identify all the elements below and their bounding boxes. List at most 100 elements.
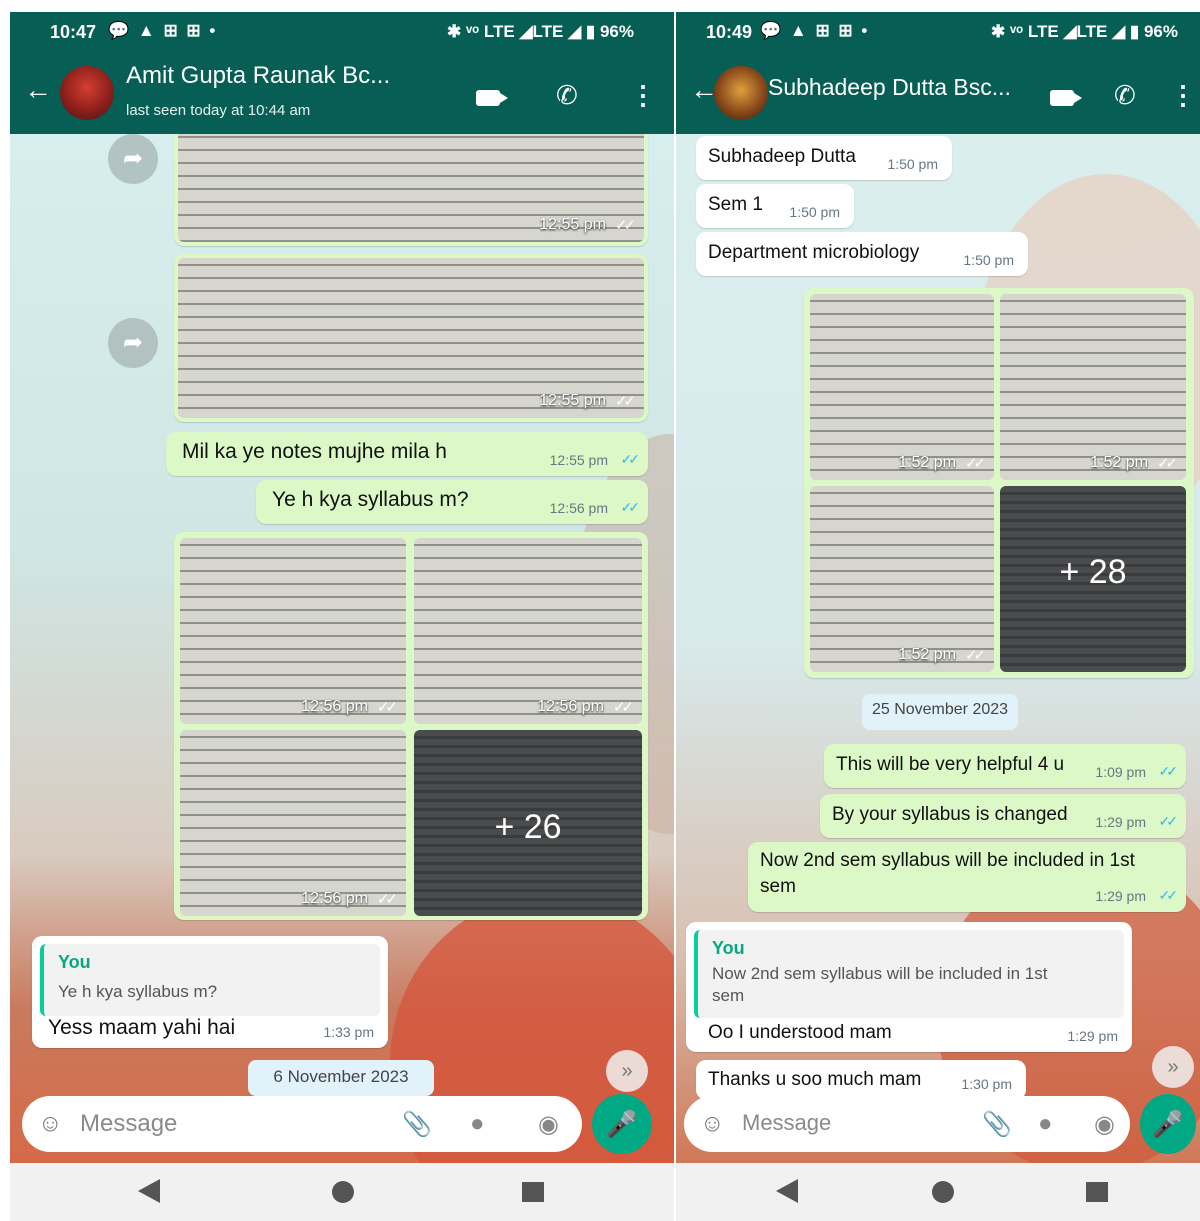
android-nav-bar	[10, 1163, 674, 1221]
attach-icon[interactable]: 📎	[402, 1110, 432, 1139]
phone-call-icon[interactable]: ✆	[556, 82, 578, 108]
message-time: 12:55 pm	[539, 216, 606, 233]
phone-call-icon[interactable]: ✆	[1114, 82, 1136, 108]
attach-icon[interactable]: 📎	[982, 1110, 1012, 1139]
more-options-icon[interactable]: ⋮	[1170, 82, 1196, 108]
read-ticks-icon: ✓✓	[964, 455, 986, 472]
photo-thumbnail[interactable]: 12:56 pm ✓✓	[414, 538, 642, 724]
image-album[interactable]: 1:52 pm ✓✓ 1:52 pm ✓✓ 1:52 pm ✓✓ + 28	[804, 288, 1194, 678]
status-time: 10:49	[706, 22, 753, 42]
message-input[interactable]: Message	[742, 1110, 831, 1136]
more-photos-thumbnail[interactable]: + 26	[414, 730, 642, 916]
message-bubble[interactable]: Now 2nd sem syllabus will be included in…	[748, 842, 1186, 912]
photo-thumbnail[interactable]: 1:52 pm ✓✓	[1000, 294, 1186, 480]
date-chip: 6 November 2023	[248, 1060, 434, 1096]
message-bubble[interactable]: By your syllabus is changed 1:29 pm ✓✓	[820, 794, 1186, 838]
read-ticks-icon: ✓✓	[376, 891, 398, 908]
message-input-bar[interactable]: ☺ Message 📎 ● ◉	[684, 1096, 1130, 1152]
more-photos-count: + 28	[1059, 552, 1127, 591]
mic-button[interactable]: 🎤	[1140, 1094, 1196, 1154]
status-bar: 10:49 💬 ▲ ⊞ ⊞ • ✱ ᵛᵒ LTE ◢LTE ◢ ▮ 96%	[676, 12, 1200, 52]
quote-text: Now 2nd sem syllabus will be included in…	[712, 964, 1048, 983]
read-ticks-icon: ✓✓	[1158, 763, 1179, 779]
read-ticks-icon: ✓✓	[620, 499, 641, 515]
photo-thumbnail[interactable]: 1:52 pm ✓✓	[810, 294, 994, 480]
message-time: 1:30 pm	[961, 1076, 1012, 1092]
message-bubble[interactable]: This will be very helpful 4 u 1:09 pm ✓✓	[824, 744, 1186, 788]
message-text: Thanks u soo much mam	[708, 1069, 922, 1090]
left-chat-screen: 10:47 💬 ▲ ⊞ ⊞ • ✱ ᵛᵒ LTE ◢LTE ◢ ▮ 96% ← …	[10, 12, 674, 1221]
message-bubble[interactable]: Sem 1 1:50 pm	[696, 184, 854, 228]
message-text: Mil ka ye notes mujhe mila h	[182, 440, 447, 463]
message-time: 1:52 pm	[898, 454, 956, 471]
message-time: 12:55 pm	[549, 452, 608, 468]
video-call-icon[interactable]	[1050, 90, 1082, 106]
reply-message[interactable]: You Now 2nd sem syllabus will be include…	[686, 922, 1132, 1052]
message-time: 1:50 pm	[963, 252, 1014, 268]
message-bubble[interactable]: Subhadeep Dutta 1:50 pm	[696, 136, 952, 180]
mic-button[interactable]: 🎤	[592, 1094, 652, 1154]
scroll-down-icon[interactable]: »	[606, 1050, 648, 1092]
status-indicators: ✱ ᵛᵒ LTE ◢LTE ◢ ▮ 96%	[447, 22, 634, 41]
photo-thumbnail[interactable]: 12:55 pm ✓✓	[178, 258, 644, 418]
quote-author: You	[58, 952, 91, 972]
back-arrow-icon[interactable]: ←	[24, 76, 52, 104]
contact-name[interactable]: Subhadeep Dutta Bsc...	[768, 74, 1011, 101]
read-ticks-icon: ✓✓	[1158, 887, 1179, 903]
avatar[interactable]	[60, 66, 114, 120]
status-time: 10:47	[50, 22, 97, 42]
image-album[interactable]: 12:56 pm ✓✓ 12:56 pm ✓✓ 12:56 pm ✓✓ + 26	[174, 532, 648, 920]
more-options-icon[interactable]: ⋮	[630, 82, 656, 108]
nav-back-icon[interactable]	[138, 1179, 160, 1203]
message-time: 12:56 pm	[537, 698, 604, 715]
read-ticks-icon: ✓✓	[376, 699, 398, 716]
more-photos-thumbnail[interactable]: + 28	[1000, 486, 1186, 672]
message-text: This will be very helpful 4 u	[836, 754, 1065, 775]
read-ticks-icon: ✓✓	[1158, 813, 1179, 829]
forward-icon[interactable]: ➦	[108, 318, 158, 368]
image-message[interactable]: 12:55 pm ✓✓	[174, 134, 648, 246]
camera-icon[interactable]: ◉	[538, 1110, 559, 1139]
nav-recents-icon[interactable]	[522, 1182, 544, 1202]
notification-icons: 💬 ▲ ⊞ ⊞ •	[760, 21, 870, 40]
message-bubble[interactable]: Department microbiology 1:50 pm	[696, 232, 1028, 276]
last-seen-status: last seen today at 10:44 am	[126, 102, 311, 119]
rupee-payment-icon[interactable]: ●	[470, 1110, 485, 1138]
quote-text: sem	[712, 986, 745, 1005]
rupee-payment-icon[interactable]: ●	[1038, 1110, 1053, 1138]
contact-name[interactable]: Amit Gupta Raunak Bc...	[126, 62, 390, 90]
message-text: Ye h kya syllabus m?	[272, 488, 469, 511]
reply-message[interactable]: You Ye h kya syllabus m? Yess maam yahi …	[32, 936, 388, 1048]
quoted-message[interactable]: You Now 2nd sem syllabus will be include…	[694, 930, 1124, 1018]
avatar[interactable]	[714, 66, 768, 120]
message-text: Oo I understood mam	[708, 1022, 892, 1043]
quote-text: Ye h kya syllabus m?	[58, 982, 218, 1001]
emoji-icon[interactable]: ☺	[38, 1110, 63, 1138]
message-bubble[interactable]: Mil ka ye notes mujhe mila h 12:55 pm ✓✓	[166, 432, 648, 476]
photo-thumbnail[interactable]: 12:56 pm ✓✓	[180, 538, 406, 724]
chat-background: ➦ ➦ 12:55 pm ✓✓ 12:55 pm ✓✓ Mil ka ye no…	[10, 134, 674, 1163]
message-bubble[interactable]: Ye h kya syllabus m? 12:56 pm ✓✓	[256, 480, 648, 524]
message-input-bar[interactable]: ☺ Message 📎 ● ◉	[22, 1096, 582, 1152]
forward-icon[interactable]: ➦	[108, 134, 158, 184]
message-bubble[interactable]: Thanks u soo much mam 1:30 pm	[696, 1060, 1026, 1100]
video-call-icon[interactable]	[476, 90, 508, 106]
emoji-icon[interactable]: ☺	[700, 1110, 725, 1138]
photo-thumbnail[interactable]: 1:52 pm ✓✓	[810, 486, 994, 672]
nav-recents-icon[interactable]	[1086, 1182, 1108, 1202]
nav-back-icon[interactable]	[776, 1179, 798, 1203]
camera-icon[interactable]: ◉	[1094, 1110, 1115, 1139]
nav-home-icon[interactable]	[932, 1181, 954, 1203]
message-text: Yess maam yahi hai	[48, 1016, 236, 1039]
quoted-message[interactable]: You Ye h kya syllabus m?	[40, 944, 380, 1016]
message-input[interactable]: Message	[80, 1110, 177, 1138]
message-time: 12:56 pm	[301, 890, 368, 907]
message-time: 1:29 pm	[1095, 814, 1146, 830]
photo-thumbnail[interactable]: 12:55 pm ✓✓	[178, 134, 644, 242]
nav-home-icon[interactable]	[332, 1181, 354, 1203]
photo-thumbnail[interactable]: 12:56 pm ✓✓	[180, 730, 406, 916]
image-message[interactable]: 12:55 pm ✓✓	[174, 254, 648, 422]
scroll-down-icon[interactable]: »	[1152, 1046, 1194, 1088]
message-time: 12:56 pm	[301, 698, 368, 715]
message-time: 1:29 pm	[1095, 888, 1146, 904]
